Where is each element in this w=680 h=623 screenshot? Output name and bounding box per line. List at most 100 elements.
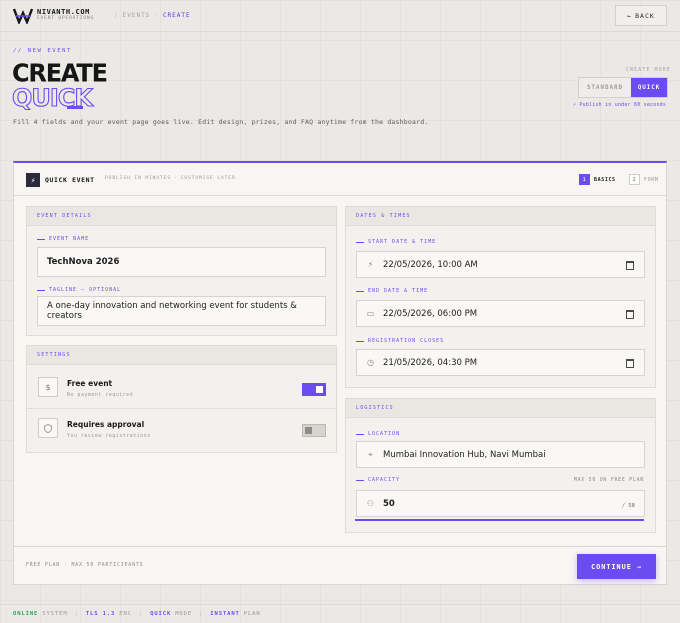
free-event-subtitle: No payment required [67,393,134,398]
quick-event-card: ⚡ QUICK EVENT PUBLISH IN MINUTES · CUSTOMI… [13,161,667,585]
panel-heading: DATES & TIMES [346,207,655,226]
plan-note: FREE PLAN · MAX 50 PARTICIPANTS [26,563,144,568]
end-date-value: 22/05/2026, 06:00 PM [383,308,478,319]
tagline-value: A one-day innovation and networking even… [47,301,297,321]
event-name-input[interactable]: TechNova 2026 [37,247,326,277]
requires-approval-row: Requires approval You review registratio… [27,410,336,450]
continue-button[interactable]: CONTINUE → [577,554,656,579]
logistics-panel: LOGISTICS LOCATION ⌖ Mumbai Innovation H… [345,398,656,533]
arrow-right-icon: → [636,562,642,571]
free-event-title: Free event [67,379,113,388]
step-label: BASICS [594,176,616,183]
status-online: ONLINE SYSTEM [13,611,68,617]
lightning-icon: ⚡ [367,260,374,269]
card-subtitle-b: CUSTOMISE LATER [180,176,236,181]
panel-heading: EVENT DETAILS [27,207,336,226]
breadcrumb: / EVENTS · CREATE [110,12,191,19]
start-date-input[interactable]: ⚡ 22/05/2026, 10:00 AM [356,251,645,278]
toggle-knob [316,386,323,393]
title-underscore [67,106,83,109]
registration-closes-input[interactable]: ◷ 21/05/2026, 04:30 PM [356,349,645,376]
step-label: FORM [644,176,659,183]
panel-heading: SETTINGS [27,346,336,365]
mode-hint: ⚡ Publish in under 60 seconds [573,102,667,108]
card-footer: FREE PLAN · MAX 50 PARTICIPANTS CONTINUE… [14,546,666,585]
end-date-label: END DATE & TIME [356,288,428,294]
map-pin-icon: ⌖ [368,449,373,459]
requires-approval-subtitle: You review registrations [67,434,151,439]
dates-panel: DATES & TIMES START DATE & TIME ⚡ 22/05/… [345,206,656,388]
lightning-icon: ⚡ [26,173,40,187]
status-key: ONLINE [13,611,39,617]
clock-icon: ◷ [367,358,374,367]
location-label: LOCATION [356,431,400,437]
back-button[interactable]: ← BACK [615,5,667,26]
arrow-left-icon: ← [627,11,633,20]
status-tls: TLS 1.3 ENC [86,611,132,617]
dot-separator: · [173,176,178,181]
mode-quick-button[interactable]: QUICK [631,78,667,97]
tagline-input[interactable]: A one-day innovation and networking even… [37,296,326,326]
status-value: MODE [175,611,193,617]
start-date-value: 22/05/2026, 10:00 AM [383,259,478,270]
step-number: 2 [629,174,640,185]
top-bar: NIVANTH.COM EVENT OPERATIONS / EVENTS · CRE… [0,0,680,32]
capacity-max-note: MAX 50 ON FREE PLAN [573,478,644,483]
status-value: SYSTEM [42,611,68,617]
requires-approval-title: Requires approval [67,420,145,429]
status-plan: INSTANT PLAN [210,611,260,617]
status-divider: | [74,611,79,617]
registration-closes-value: 21/05/2026, 04:30 PM [383,357,478,368]
status-bar: ONLINE SYSTEM | TLS 1.3 ENC | QUICK MODE… [0,604,680,623]
capacity-input[interactable]: ⚇ 50 / 50 [356,490,645,517]
status-key: INSTANT [210,611,240,617]
brand-name[interactable]: NIVANTH.COM [37,8,90,16]
event-details-panel: EVENT DETAILS EVENT NAME TechNova 2026 T… [26,206,337,336]
step-number: 1 [579,174,590,185]
card-title: QUICK EVENT [45,176,95,184]
status-key: TLS 1.3 [85,611,116,617]
calendar-icon[interactable] [626,359,634,368]
page-title-line1: CREATE [12,58,108,88]
brand-subtitle: EVENT OPERATIONS [37,16,95,21]
event-name-label: EVENT NAME [37,236,89,242]
free-event-row: $ Free event No payment required [27,369,336,409]
hero-eyebrow: // NEW EVENT [13,48,72,54]
calendar-icon[interactable] [626,310,634,319]
card-header: ⚡ QUICK EVENT PUBLISH IN MINUTES · CUSTOMI… [14,163,666,196]
step-form[interactable]: 2 FORM [629,174,658,185]
toggle-knob [305,427,312,434]
location-input[interactable]: ⌖ Mumbai Innovation Hub, Navi Mumbai [356,441,645,468]
mode-standard-button[interactable]: STANDARD [579,78,631,97]
requires-approval-toggle[interactable] [302,424,326,437]
start-date-label: START DATE & TIME [356,239,436,245]
capacity-value: 50 [383,498,395,509]
calendar-icon[interactable] [626,261,634,270]
breadcrumb-create: CREATE [162,12,191,19]
end-date-input[interactable]: ▭ 22/05/2026, 06:00 PM [356,300,645,327]
status-key: QUICK [150,611,172,617]
capacity-progress-bar [355,519,644,521]
dollar-icon: $ [38,377,58,397]
status-divider: | [138,611,144,617]
calendar-outline-icon: ▭ [366,309,375,318]
breadcrumb-separator: / [114,12,119,19]
mode-toggle: STANDARD QUICK [578,77,668,98]
tagline-label: TAGLINE — OPTIONAL [37,287,121,293]
capacity-label: CAPACITY [356,477,400,483]
breadcrumb-separator: · [154,12,159,19]
back-button-label: BACK [635,11,655,20]
status-mode: QUICK MODE [150,611,192,617]
breadcrumb-events[interactable]: EVENTS [123,12,151,19]
status-value: ENC [119,611,132,617]
shield-icon [38,418,58,438]
status-value: PLAN [243,611,261,617]
location-value: Mumbai Innovation Hub, Navi Mumbai [383,449,546,460]
card-subtitle-a: PUBLISH IN MINUTES [105,176,171,181]
registration-closes-label: REGISTRATION CLOSES [356,338,444,344]
step-basics[interactable]: 1 BASICS [579,174,616,185]
free-event-toggle[interactable] [302,383,326,396]
continue-button-label: CONTINUE [591,562,632,571]
brand-logo-icon [13,8,33,24]
settings-panel: SETTINGS $ Free event No payment require… [26,345,337,453]
